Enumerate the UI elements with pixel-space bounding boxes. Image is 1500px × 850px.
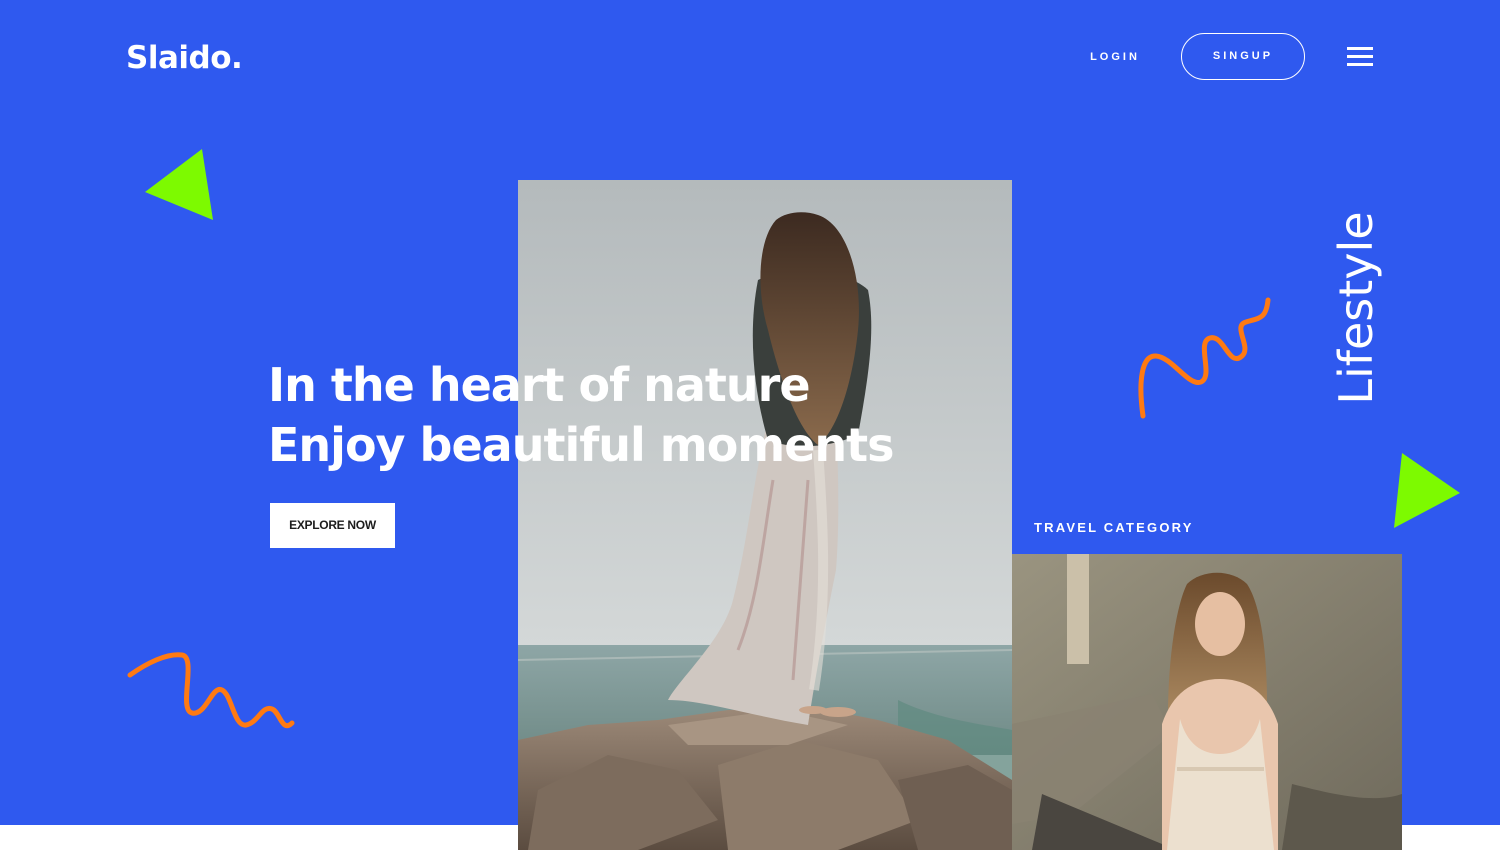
vertical-category-label: Lifestyle (1329, 211, 1383, 405)
green-triangle-decoration (145, 149, 213, 220)
hero-headline-line-1: In the heart of nature (268, 358, 811, 412)
login-link[interactable]: LOGIN (1070, 46, 1160, 68)
orange-squiggle-decoration-right (1138, 297, 1271, 419)
explore-now-button[interactable]: EXPLORE NOW (270, 503, 395, 548)
signup-button[interactable]: SINGUP (1181, 33, 1305, 80)
travel-category-label[interactable]: TRAVEL CATEGORY (1034, 520, 1194, 535)
orange-squiggle-decoration (127, 652, 295, 728)
logo[interactable]: Slaido. (126, 40, 243, 76)
hero-headline-line-2: Enjoy beautiful moments (268, 418, 895, 472)
green-triangle-decoration-right (1394, 453, 1460, 528)
hero-headline: In the heart of nature Enjoy beautiful m… (268, 355, 908, 475)
hero-photo-woman-on-rocks (518, 180, 1012, 850)
travel-category-photo (1012, 554, 1402, 850)
hamburger-menu-icon[interactable] (1347, 47, 1373, 67)
